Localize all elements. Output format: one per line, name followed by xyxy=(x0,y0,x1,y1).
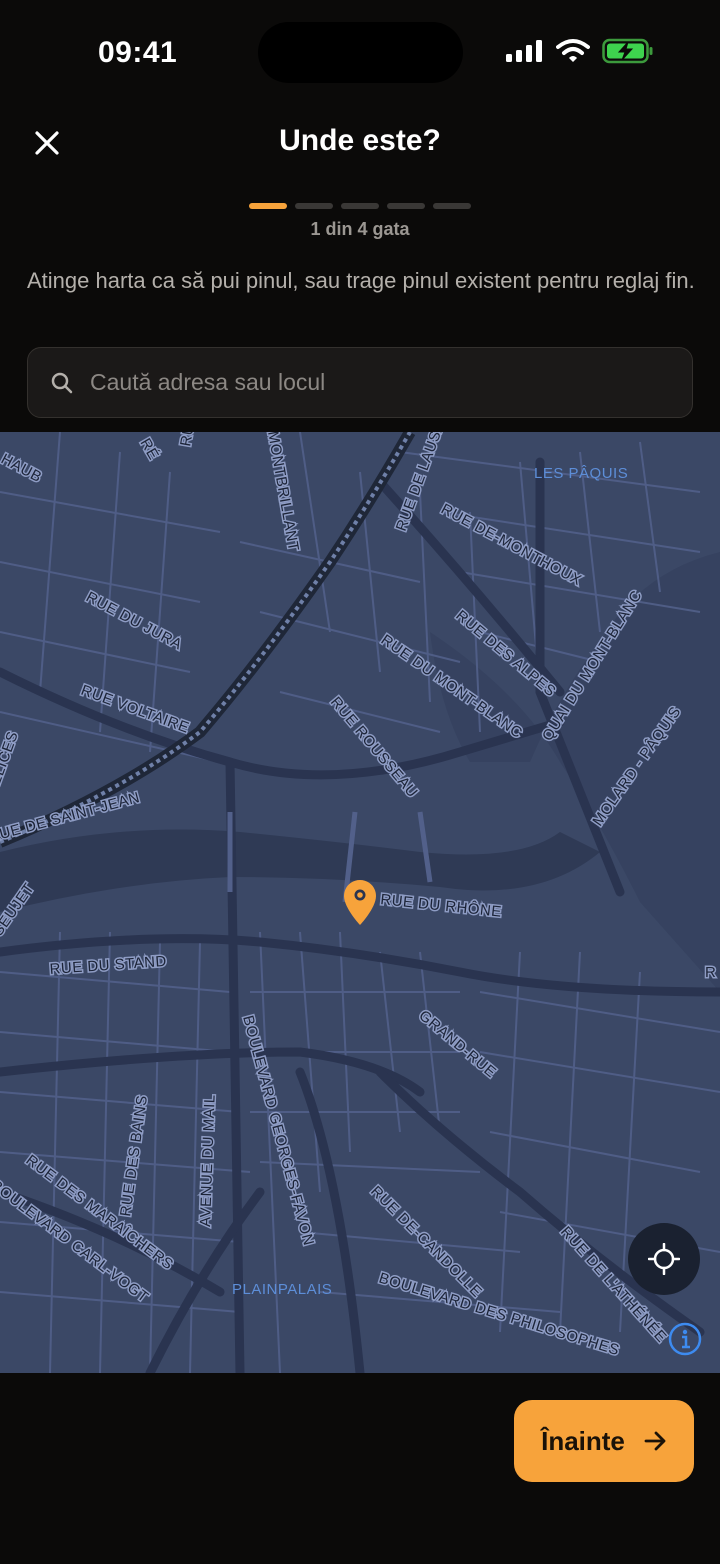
street-label: AVENUE DU MAIL xyxy=(197,1094,219,1227)
street-label: RÉ xyxy=(137,436,163,463)
location-pin-icon[interactable] xyxy=(343,879,377,927)
search-bar[interactable] xyxy=(27,347,693,418)
progress-segment xyxy=(249,203,287,209)
street-label: R xyxy=(705,964,716,981)
search-icon xyxy=(50,370,76,396)
street-label: RUE DU RHÔNE xyxy=(380,891,503,921)
locate-me-button[interactable] xyxy=(628,1223,700,1295)
street-label: DÉLICES xyxy=(0,729,22,798)
search-input[interactable] xyxy=(90,369,692,396)
status-time: 09:41 xyxy=(98,36,178,69)
railway xyxy=(0,432,416,848)
progress-segment xyxy=(295,203,333,209)
progress-segment xyxy=(341,203,379,209)
map-info-icon[interactable] xyxy=(668,1322,702,1356)
page-title: Unde este? xyxy=(279,124,441,157)
cellular-signal-icon xyxy=(506,40,542,62)
next-button-label: Înainte xyxy=(541,1425,625,1456)
street-label: RUE ROUSSEAU xyxy=(327,694,421,801)
instructions-text: Atinge harta ca să pui pinul, sau trage … xyxy=(27,268,695,293)
river xyxy=(0,829,600,912)
progress-label: 1 din 4 gata xyxy=(310,219,410,239)
crosshair-icon xyxy=(648,1243,680,1275)
street-label: BOULEVARD DES PHILOSOPHES xyxy=(377,1270,622,1360)
street-label: MONTBRILLANT xyxy=(264,432,302,553)
progress-segment xyxy=(387,203,425,209)
street-label: GRAND-RUE xyxy=(415,1007,499,1081)
next-button[interactable]: Înainte xyxy=(514,1400,694,1482)
railway-track xyxy=(0,432,412,844)
street-label: RUE DES BAINS xyxy=(117,1094,151,1218)
street-label: RUE DU xyxy=(177,432,204,448)
battery-charging-icon xyxy=(602,38,653,64)
status-bar: 09:41 xyxy=(0,0,720,100)
wifi-icon xyxy=(556,39,590,62)
street-label: RUE DU JURA xyxy=(83,589,185,654)
district-label: PLAINPALAIS xyxy=(232,1281,332,1298)
arrow-right-icon xyxy=(644,1431,666,1451)
street-label: HAUB xyxy=(0,451,45,487)
district-label: LES PÂQUIS xyxy=(534,465,628,482)
map-view[interactable]: LES PÂQUIS PLAINPALAIS HAUB RÉ RUE DU MONTB… xyxy=(0,432,720,1373)
status-icons xyxy=(506,38,654,64)
dynamic-island xyxy=(258,22,463,83)
progress-segment xyxy=(433,203,471,209)
step-progress xyxy=(249,203,471,209)
